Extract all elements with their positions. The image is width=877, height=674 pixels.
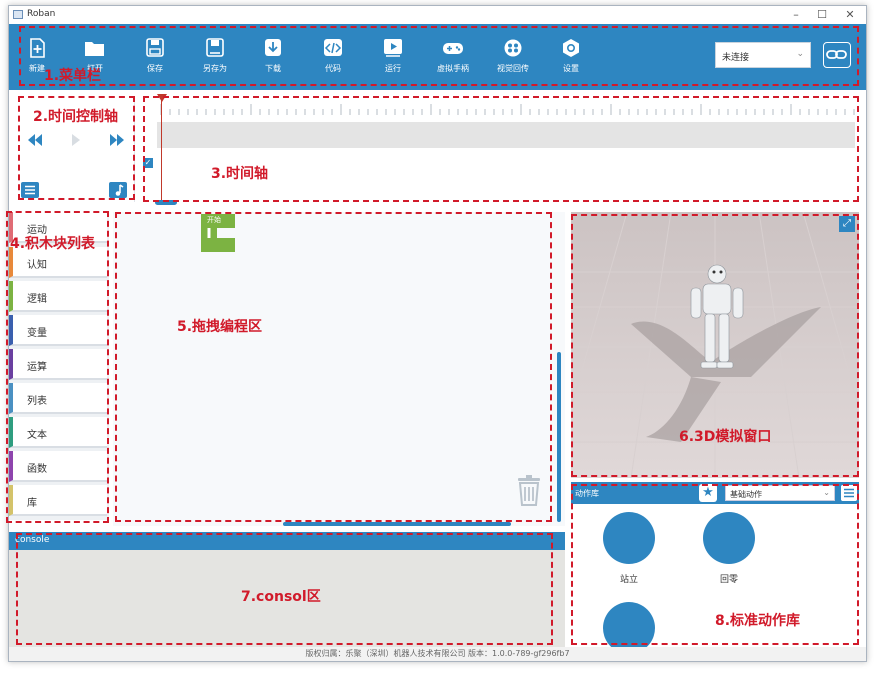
save-button[interactable]: 保存 [133, 38, 177, 84]
maximize-icon[interactable]: ☐ [809, 7, 835, 23]
palette-category-functions[interactable]: 函数 [9, 451, 107, 482]
save-as-icon [206, 38, 224, 57]
track-checkbox[interactable]: ✓ [143, 158, 153, 168]
action-label: 站立 [619, 575, 638, 585]
annotation-label-menu: 1.菜单栏 [44, 68, 102, 84]
palette-category-library[interactable]: 库 [9, 485, 107, 516]
playhead-line [161, 96, 162, 200]
download-button[interactable]: 下载 [251, 38, 295, 84]
star-icon[interactable]: ★ [699, 484, 717, 502]
camera-reel-icon [504, 39, 522, 57]
action-library-header: 动作库 ★ 基础动作 ⌄ [571, 482, 859, 504]
save-icon [146, 38, 164, 57]
annotation-label-palette: 4.积木块列表 [10, 236, 96, 252]
gamepad-icon [443, 43, 463, 54]
annotation-label-time-control: 2.时间控制轴 [33, 109, 119, 125]
virtual-gamepad-button[interactable]: 虚拟手柄 [431, 38, 475, 84]
fast-forward-icon[interactable] [109, 134, 125, 146]
menu-icon[interactable] [841, 485, 857, 501]
trash-icon[interactable] [515, 474, 543, 506]
title-bar: Roban – ☐ ✕ [9, 6, 866, 24]
connection-status: 未连接 [722, 53, 750, 63]
action-category-select[interactable]: 基础动作 ⌄ [725, 485, 835, 501]
palette-category-label: 函数 [27, 464, 47, 475]
chevron-down-icon: ⌄ [796, 49, 804, 59]
download-icon [265, 39, 281, 56]
palette-category-label: 逻辑 [27, 294, 47, 305]
timeline-ruler [160, 104, 855, 115]
save-as-button[interactable]: 另存为 [193, 38, 237, 84]
footer-text: 版权归属：乐聚（深圳）机器人技术有限公司 版本：1.0.0-789-gf296f… [305, 649, 570, 658]
palette-category-label: 库 [27, 498, 37, 509]
playhead-marker[interactable] [157, 94, 167, 102]
connection-select[interactable]: 未连接 ⌄ [715, 42, 811, 68]
palette-category-logic[interactable]: 逻辑 [9, 281, 107, 312]
timeline-scrollbar[interactable] [155, 200, 177, 205]
programming-workspace[interactable]: 开始 [113, 212, 565, 526]
palette-category-label: 列表 [27, 396, 47, 407]
window-title: Roban [27, 9, 56, 19]
palette-category-label: 认知 [27, 260, 47, 271]
console-title: console [15, 535, 50, 545]
palette-category-label: 运算 [27, 362, 47, 373]
palette-category-text[interactable]: 文本 [9, 417, 107, 448]
palette-category-variables[interactable]: 变量 [9, 315, 107, 346]
vision-feedback-button[interactable]: 视觉回传 [491, 38, 535, 84]
minimize-icon[interactable]: – [783, 7, 809, 23]
action-label: 回零 [719, 575, 738, 585]
action-thumbnail [703, 512, 755, 564]
settings-icon [563, 39, 579, 57]
annotation-label-workspace: 5.拖拽编程区 [177, 319, 263, 335]
connect-button[interactable] [823, 42, 851, 68]
settings-button[interactable]: 设置 [549, 38, 593, 84]
link-icon [826, 50, 847, 59]
annotation-label-action-library: 8.标准动作库 [715, 613, 801, 629]
close-icon[interactable]: ✕ [837, 7, 863, 23]
block-palette: 运动 认知 逻辑 变量 运算 列表 文本 函数 库 [9, 212, 109, 520]
code-button[interactable]: 代码 [311, 38, 355, 84]
start-block-label: 开始 [207, 216, 221, 224]
chevron-down-icon: ⌄ [823, 488, 830, 497]
timeline-track[interactable] [157, 122, 855, 148]
action-stand[interactable]: 站立 [603, 512, 655, 585]
app-icon [13, 10, 23, 19]
action-category-value: 基础动作 [730, 490, 762, 499]
action-library-title: 动作库 [575, 489, 599, 498]
play-icon [384, 39, 402, 57]
action-reset[interactable]: 回零 [703, 512, 755, 585]
app-window: Roban – ☐ ✕ 新建 打开 保存 另存为 下载 代码 运行 虚拟手柄 视… [6, 5, 867, 662]
timeline[interactable]: ✓ [143, 94, 857, 206]
run-button[interactable]: 运行 [371, 38, 415, 84]
workspace-horizontal-scrollbar[interactable] [283, 522, 511, 526]
palette-category-lists[interactable]: 列表 [9, 383, 107, 414]
music-note-icon[interactable] [109, 182, 127, 198]
list-menu-icon[interactable] [21, 182, 39, 198]
footer: 版权归属：乐聚（深圳）机器人技术有限公司 版本：1.0.0-789-gf296f… [9, 647, 866, 661]
toolbar: 新建 打开 保存 另存为 下载 代码 运行 虚拟手柄 视觉回传 设置 未连接 ⌄ [9, 24, 866, 90]
annotation-label-3d: 6.3D模拟窗口 [679, 429, 772, 445]
code-icon [324, 39, 342, 56]
workspace-vertical-scrollbar[interactable] [557, 352, 561, 522]
annotation-label-timeline: 3.时间轴 [211, 166, 269, 182]
expand-icon[interactable]: ⤢ [839, 216, 855, 232]
start-block[interactable]: 开始 [201, 214, 235, 252]
palette-category-label: 文本 [27, 430, 47, 441]
rewind-icon[interactable] [27, 134, 43, 146]
console-header: console [9, 532, 565, 550]
palette-category-label: 变量 [27, 328, 47, 339]
annotation-label-console: 7.consol区 [241, 589, 321, 605]
action-thumbnail [603, 512, 655, 564]
palette-category-math[interactable]: 运算 [9, 349, 107, 380]
new-file-icon [30, 38, 45, 58]
folder-open-icon [85, 42, 104, 56]
play-icon[interactable] [71, 134, 81, 146]
